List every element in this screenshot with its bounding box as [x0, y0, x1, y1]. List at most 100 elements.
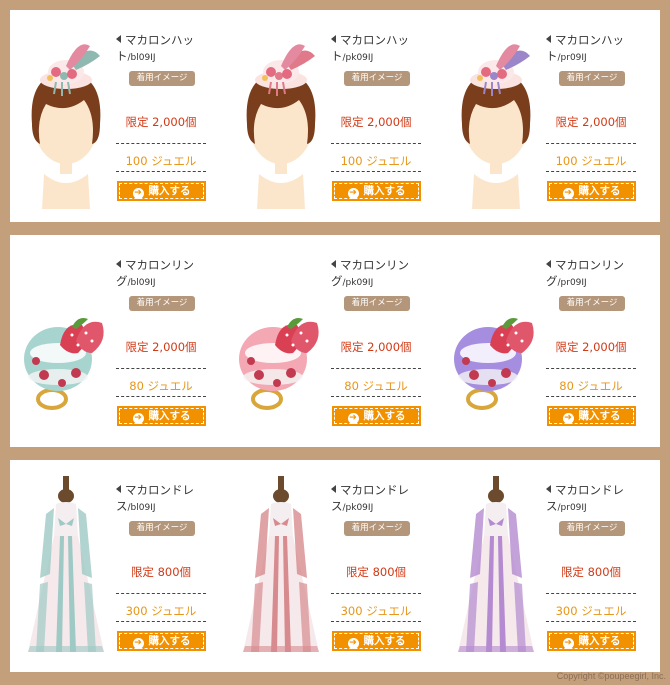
product-code: /pr09IJ	[557, 278, 587, 288]
divider	[331, 593, 421, 594]
limit-quantity: 限定 800個	[130, 565, 192, 579]
divider	[116, 368, 206, 369]
product-info: マカロンハット/bl09IJ 着用イメージ 限定 2,000個 100 ジュエル…	[116, 10, 211, 222]
product-item: マカロンドレス/bl09IJ 着用イメージ 限定 800個 300 ジュエル ➔…	[10, 460, 225, 672]
product-name-link[interactable]: マカロンリング/bl09IJ	[116, 257, 211, 291]
product-name-link[interactable]: マカロンリング/pr09IJ	[546, 257, 641, 291]
arrow-left-icon	[546, 485, 551, 493]
arrow-right-icon: ➔	[562, 188, 574, 199]
arrow-right-icon: ➔	[132, 413, 144, 424]
dress-product-image[interactable]	[231, 474, 331, 659]
divider	[331, 143, 421, 144]
buy-button[interactable]: ➔ 購入する	[332, 631, 421, 651]
price-jewel: 300 ジュエル	[340, 604, 412, 618]
divider	[116, 593, 206, 594]
buy-label: 購入する	[148, 185, 191, 197]
hat-product-image[interactable]	[446, 24, 546, 209]
wear-image-button[interactable]: 着用イメージ	[559, 71, 625, 86]
buy-button[interactable]: ➔ 購入する	[332, 406, 421, 426]
buy-label: 購入する	[363, 185, 406, 197]
price-jewel: 100 ジュエル	[555, 154, 627, 168]
arrow-left-icon	[116, 35, 121, 43]
buy-label: 購入する	[578, 635, 621, 647]
product-item: マカロンリング/pr09IJ 着用イメージ 限定 2,000個 80 ジュエル …	[440, 235, 655, 447]
wear-image-button[interactable]: 着用イメージ	[129, 521, 195, 536]
limit-quantity: 限定 800個	[345, 565, 407, 579]
price-jewel: 300 ジュエル	[555, 604, 627, 618]
buy-button[interactable]: ➔ 購入する	[547, 181, 636, 201]
wear-image-button[interactable]: 着用イメージ	[559, 521, 625, 536]
product-info: マカロンドレス/pr09IJ 着用イメージ 限定 800個 300 ジュエル ➔…	[546, 460, 641, 672]
buy-button[interactable]: ➔ 購入する	[547, 631, 636, 651]
ring-product-image[interactable]	[16, 249, 116, 434]
product-name-link[interactable]: マカロンリング/pk09IJ	[331, 257, 426, 291]
dress-product-image[interactable]	[446, 474, 546, 659]
arrow-left-icon	[331, 35, 336, 43]
divider	[116, 396, 206, 397]
product-item: マカロンハット/bl09IJ 着用イメージ 限定 2,000個 100 ジュエル…	[10, 10, 225, 222]
arrow-right-icon: ➔	[562, 638, 574, 649]
arrow-right-icon: ➔	[347, 638, 359, 649]
product-name-link[interactable]: マカロンハット/pr09IJ	[546, 32, 641, 66]
product-code: /bl09IJ	[127, 503, 156, 513]
product-code: /bl09IJ	[127, 53, 156, 63]
wear-image-button[interactable]: 着用イメージ	[559, 296, 625, 311]
product-name-link[interactable]: マカロンハット/pk09IJ	[331, 32, 426, 66]
product-item: マカロンハット/pr09IJ 着用イメージ 限定 2,000個 100 ジュエル…	[440, 10, 655, 222]
wear-image-button[interactable]: 着用イメージ	[129, 71, 195, 86]
buy-button[interactable]: ➔ 購入する	[117, 181, 206, 201]
product-info: マカロンドレス/pk09IJ 着用イメージ 限定 800個 300 ジュエル ➔…	[331, 460, 426, 672]
buy-button[interactable]: ➔ 購入する	[547, 406, 636, 426]
wear-image-button[interactable]: 着用イメージ	[129, 296, 195, 311]
product-code: /pk09IJ	[342, 503, 374, 513]
product-name-link[interactable]: マカロンドレス/pr09IJ	[546, 482, 641, 516]
ring-product-image[interactable]	[231, 249, 331, 434]
hat-product-image[interactable]	[16, 24, 116, 209]
arrow-left-icon	[116, 260, 121, 268]
product-name-link[interactable]: マカロンハット/bl09IJ	[116, 32, 211, 66]
wear-image-button[interactable]: 着用イメージ	[344, 296, 410, 311]
dress-product-image[interactable]	[16, 474, 116, 659]
product-code: /bl09IJ	[127, 278, 156, 288]
product-item: マカロンハット/pk09IJ 着用イメージ 限定 2,000個 100 ジュエル…	[225, 10, 440, 222]
buy-label: 購入する	[578, 185, 621, 197]
product-info: マカロンリング/pr09IJ 着用イメージ 限定 2,000個 80 ジュエル …	[546, 235, 641, 447]
product-info: マカロンリング/bl09IJ 着用イメージ 限定 2,000個 80 ジュエル …	[116, 235, 211, 447]
product-name-link[interactable]: マカロンドレス/pk09IJ	[331, 482, 426, 516]
product-info: マカロンリング/pk09IJ 着用イメージ 限定 2,000個 80 ジュエル …	[331, 235, 426, 447]
arrow-left-icon	[116, 485, 121, 493]
buy-button[interactable]: ➔ 購入する	[117, 631, 206, 651]
limit-quantity: 限定 2,000個	[340, 115, 412, 129]
arrow-right-icon: ➔	[132, 188, 144, 199]
divider	[116, 171, 206, 172]
buy-button[interactable]: ➔ 購入する	[117, 406, 206, 426]
arrow-left-icon	[331, 485, 336, 493]
wear-image-button[interactable]: 着用イメージ	[344, 71, 410, 86]
divider	[546, 143, 636, 144]
dress-panel: マカロンドレス/bl09IJ 着用イメージ 限定 800個 300 ジュエル ➔…	[10, 460, 660, 672]
product-item: マカロンドレス/pk09IJ 着用イメージ 限定 800個 300 ジュエル ➔…	[225, 460, 440, 672]
hat-product-image[interactable]	[231, 24, 331, 209]
copyright-text: Copyright ©poupeegirl, Inc.	[556, 671, 666, 681]
wear-image-button[interactable]: 着用イメージ	[344, 521, 410, 536]
arrow-left-icon	[331, 260, 336, 268]
product-name-link[interactable]: マカロンドレス/bl09IJ	[116, 482, 211, 516]
divider	[546, 396, 636, 397]
arrow-left-icon	[546, 260, 551, 268]
divider	[546, 171, 636, 172]
product-code: /pk09IJ	[342, 278, 374, 288]
product-code: /pk09IJ	[342, 53, 374, 63]
arrow-right-icon: ➔	[132, 638, 144, 649]
limit-quantity: 限定 800個	[560, 565, 622, 579]
buy-button[interactable]: ➔ 購入する	[332, 181, 421, 201]
buy-label: 購入する	[578, 410, 621, 422]
divider	[546, 593, 636, 594]
divider	[331, 368, 421, 369]
product-info: マカロンドレス/bl09IJ 着用イメージ 限定 800個 300 ジュエル ➔…	[116, 460, 211, 672]
ring-product-image[interactable]	[446, 249, 546, 434]
buy-label: 購入する	[148, 410, 191, 422]
product-item: マカロンリング/bl09IJ 着用イメージ 限定 2,000個 80 ジュエル …	[10, 235, 225, 447]
divider	[331, 171, 421, 172]
limit-quantity: 限定 2,000個	[125, 340, 197, 354]
divider	[331, 396, 421, 397]
